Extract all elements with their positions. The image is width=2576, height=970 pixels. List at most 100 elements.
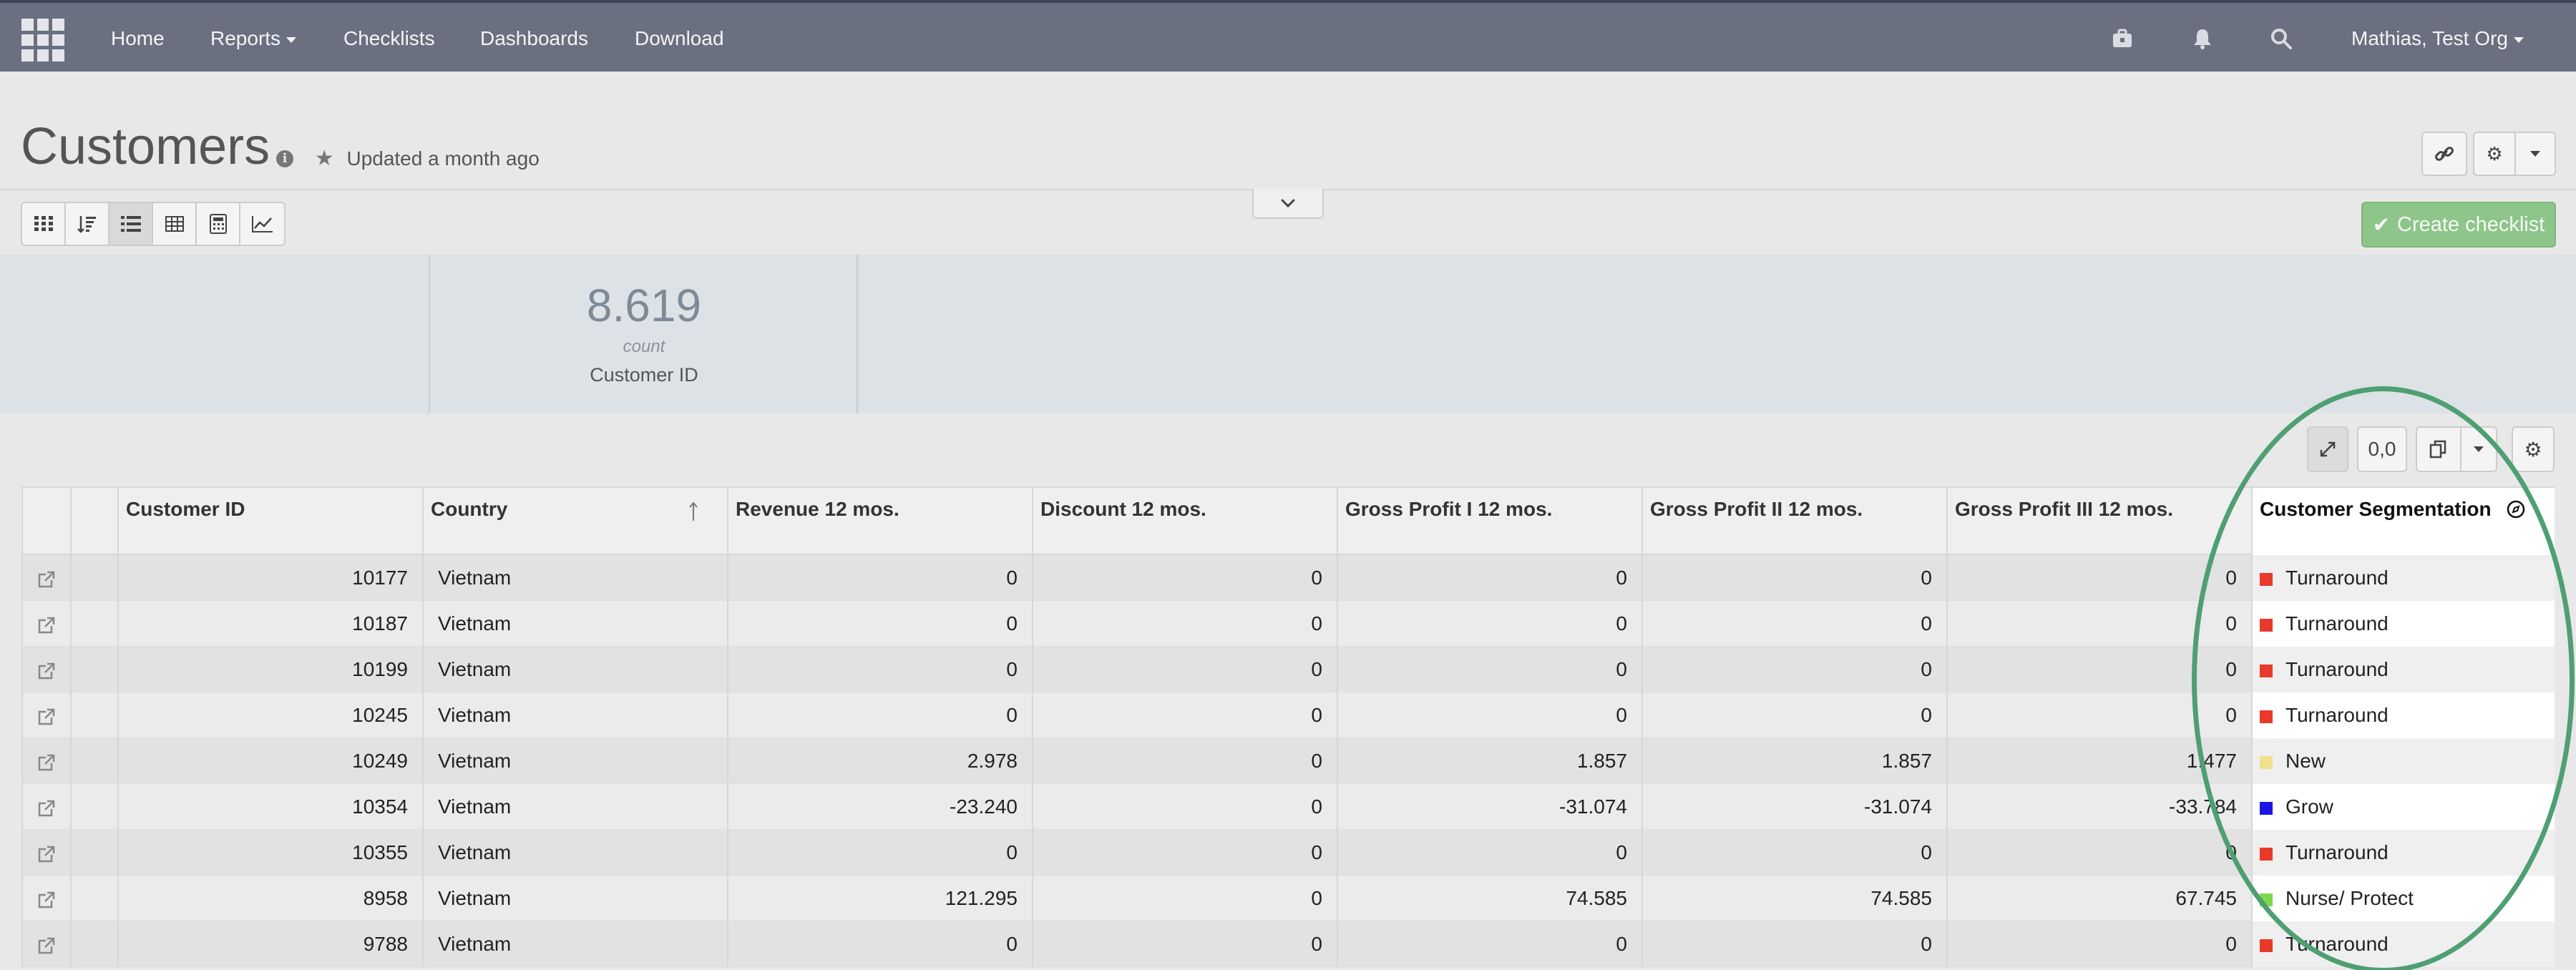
user-caret-icon	[2513, 36, 2524, 43]
gear-icon[interactable]: ⚙	[2474, 133, 2516, 175]
open-record-cell[interactable]	[21, 601, 70, 647]
external-link-icon[interactable]	[37, 753, 56, 772]
list-icon	[120, 216, 141, 232]
gross-profit-1-cell: 0	[1337, 647, 1641, 692]
revenue-cell: -23.240	[727, 784, 1032, 830]
column-header-customer-id[interactable]: Customer ID	[117, 488, 422, 555]
apps-grid-icon[interactable]	[21, 19, 64, 62]
external-link-icon[interactable]	[37, 799, 56, 818]
collapse-toggle[interactable]	[1252, 189, 1324, 219]
copy-icon[interactable]	[2417, 428, 2462, 471]
column-header-revenue[interactable]: Revenue 12 mos.	[727, 488, 1032, 555]
nav-checklists[interactable]: Checklists	[343, 24, 435, 53]
gross-profit-3-cell: 0	[1946, 830, 2251, 876]
external-link-icon[interactable]	[37, 616, 56, 635]
column-header-country-label: Country	[431, 498, 508, 520]
open-record-cell[interactable]	[21, 692, 70, 738]
expand-table-button[interactable]	[2307, 426, 2348, 472]
table-row[interactable]: 9788 Vietnam 0 0 0 0 0 Turnaround	[21, 921, 2555, 967]
gross-profit-2-cell: 0	[1641, 601, 1946, 647]
select-cell	[70, 830, 117, 876]
discount-cell: 0	[1032, 921, 1337, 967]
table-view-button[interactable]	[153, 203, 197, 245]
star-icon[interactable]: ★	[315, 147, 334, 170]
segmentation-cell: Nurse/ Protect	[2251, 876, 2555, 921]
external-link-icon[interactable]	[37, 845, 56, 863]
briefcase-icon[interactable]	[2111, 27, 2134, 50]
column-header-gross-profit-3[interactable]: Gross Profit III 12 mos.	[1946, 488, 2251, 555]
kpi-band	[0, 255, 2576, 413]
number-format-button[interactable]: 0,0	[2357, 426, 2407, 472]
segment-label: Turnaround	[2285, 658, 2389, 680]
bell-icon[interactable]	[2191, 27, 2214, 50]
external-link-icon[interactable]	[37, 936, 56, 955]
external-link-icon[interactable]	[37, 891, 56, 909]
info-icon[interactable]: i	[276, 150, 293, 167]
open-record-cell[interactable]	[21, 555, 70, 601]
search-icon[interactable]	[2270, 27, 2293, 50]
nav-dashboards[interactable]: Dashboards	[480, 24, 588, 53]
create-checklist-button[interactable]: ✔ Create checklist	[2361, 202, 2556, 248]
column-header-select	[70, 488, 117, 555]
table-settings-button[interactable]: ⚙	[2512, 426, 2555, 472]
gross-profit-1-cell: 0	[1337, 692, 1641, 738]
gross-profit-3-cell: -33.784	[1946, 784, 2251, 830]
gross-profit-3-cell: 0	[1946, 601, 2251, 647]
segment-color-swatch	[2260, 939, 2273, 952]
page-settings-dropdown[interactable]: ⚙	[2473, 132, 2556, 176]
chart-view-button[interactable]	[240, 203, 284, 245]
calculator-view-button[interactable]	[197, 203, 240, 245]
list-view-button[interactable]	[109, 203, 153, 245]
kpi-value[interactable]: 8.619	[429, 278, 859, 333]
nav-reports[interactable]: Reports	[210, 24, 297, 53]
open-record-cell[interactable]	[21, 921, 70, 967]
sort-view-button[interactable]	[66, 203, 109, 245]
table-row[interactable]: 10177 Vietnam 0 0 0 0 0 Turnaround	[21, 555, 2555, 601]
gross-profit-1-cell: -31.074	[1337, 784, 1641, 830]
gross-profit-3-cell: 0	[1946, 692, 2251, 738]
kpi-aggregation: count	[623, 337, 665, 356]
sort-list-icon	[77, 216, 96, 233]
chevron-down-icon[interactable]	[2462, 446, 2496, 452]
copy-dropdown[interactable]	[2416, 426, 2497, 472]
segment-label: Turnaround	[2285, 704, 2389, 726]
column-header-gross-profit-2[interactable]: Gross Profit II 12 mos.	[1641, 488, 1946, 555]
gross-profit-1-cell: 1.857	[1337, 738, 1641, 784]
segment-color-swatch	[2260, 802, 2273, 815]
external-link-icon[interactable]	[37, 707, 56, 726]
gross-profit-2-cell: 0	[1641, 692, 1946, 738]
open-record-cell[interactable]	[21, 830, 70, 876]
table-row[interactable]: 10199 Vietnam 0 0 0 0 0 Turnaround	[21, 647, 2555, 692]
customer-id-cell: 9788	[117, 921, 422, 967]
external-link-icon[interactable]	[37, 662, 56, 680]
column-header-discount[interactable]: Discount 12 mos.	[1032, 488, 1337, 555]
table-row[interactable]: 10355 Vietnam 0 0 0 0 0 Turnaround	[21, 830, 2555, 876]
segment-color-swatch	[2260, 619, 2273, 632]
open-record-cell[interactable]	[21, 647, 70, 692]
table-row[interactable]: 10187 Vietnam 0 0 0 0 0 Turnaround	[21, 601, 2555, 647]
column-header-gross-profit-1[interactable]: Gross Profit I 12 mos.	[1337, 488, 1641, 555]
link-button[interactable]	[2421, 132, 2467, 176]
gross-profit-2-cell: 0	[1641, 647, 1946, 692]
table-row[interactable]: 10245 Vietnam 0 0 0 0 0 Turnaround	[21, 692, 2555, 738]
segmentation-cell: Grow	[2251, 784, 2555, 830]
sort-ascending-icon[interactable]	[688, 501, 698, 522]
compass-icon[interactable]	[2507, 500, 2525, 519]
nav-download[interactable]: Download	[635, 24, 724, 53]
tile-view-button[interactable]	[22, 203, 66, 245]
table-row[interactable]: 10354 Vietnam -23.240 0 -31.074 -31.074 -33.78…	[21, 784, 2555, 830]
user-menu[interactable]: Mathias, Test Org	[2351, 24, 2524, 53]
open-record-cell[interactable]	[21, 738, 70, 784]
tiles-icon	[34, 216, 53, 231]
select-cell	[70, 784, 117, 830]
table-row[interactable]: 10249 Vietnam 2.978 0 1.857 1.857 1.477 New	[21, 738, 2555, 784]
open-record-cell[interactable]	[21, 784, 70, 830]
open-record-cell[interactable]	[21, 876, 70, 921]
chevron-down-icon[interactable]	[2516, 151, 2555, 157]
column-header-country[interactable]: Country	[422, 488, 727, 555]
nav-home[interactable]: Home	[111, 24, 165, 53]
column-header-customer-segmentation[interactable]: Customer Segmentation	[2251, 488, 2555, 555]
external-link-icon[interactable]	[37, 570, 56, 589]
table-row[interactable]: 8958 Vietnam 121.295 0 74.585 74.585 67.745 Nur…	[21, 876, 2555, 921]
segment-label: Turnaround	[2285, 933, 2389, 955]
